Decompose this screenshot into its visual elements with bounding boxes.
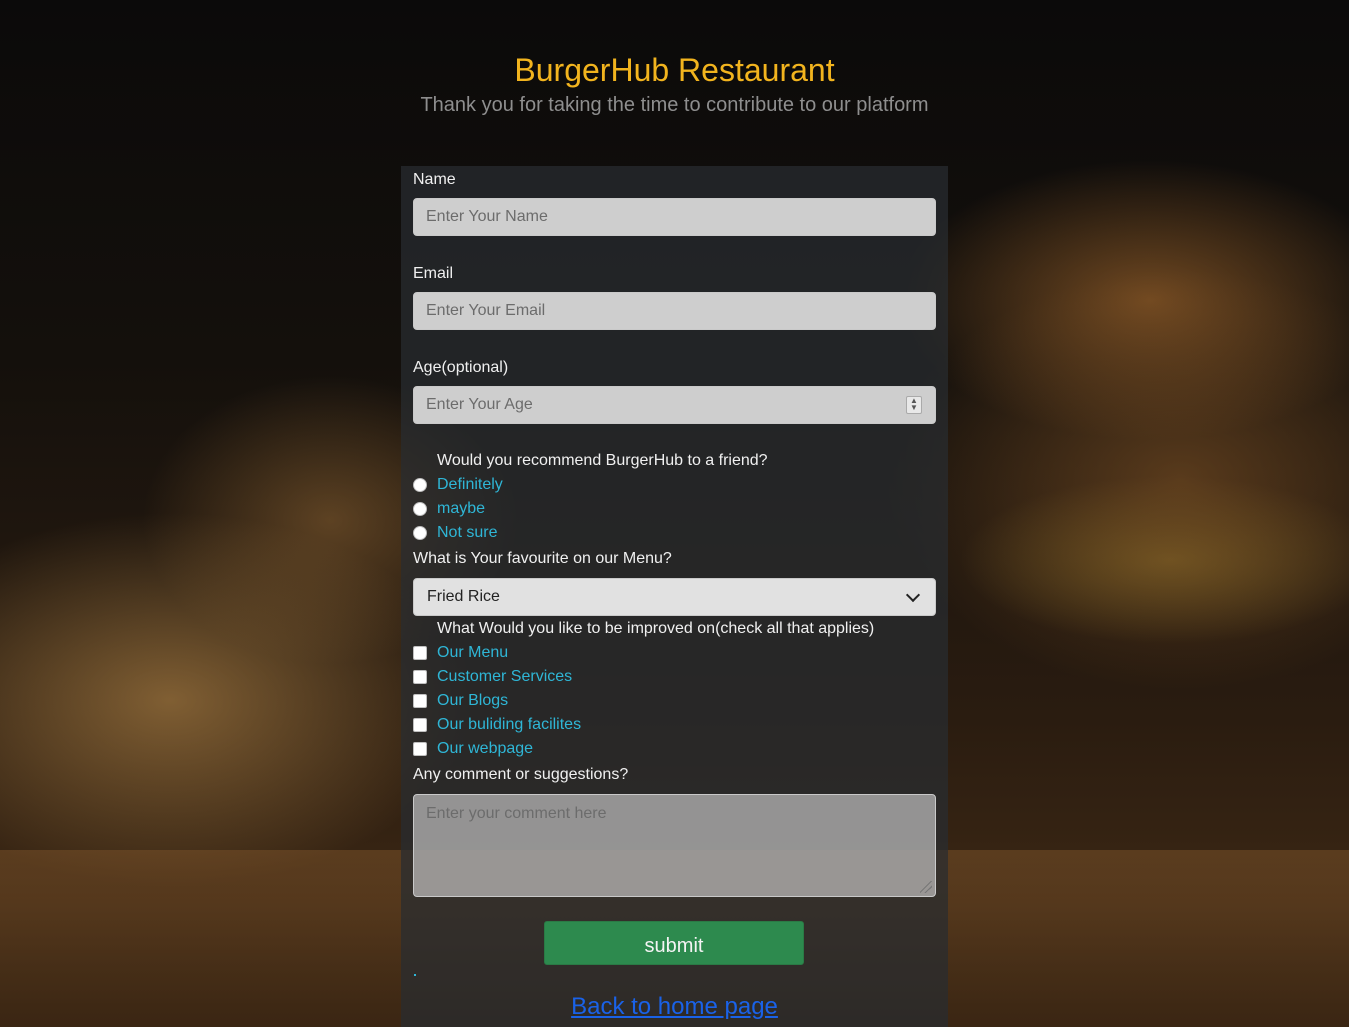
page-subtitle: Thank you for taking the time to contrib… — [420, 94, 929, 116]
select-value: Fried Rice — [427, 588, 500, 605]
age-label: Age(optional) — [413, 359, 509, 376]
resize-handle-icon[interactable] — [920, 881, 932, 893]
checkbox-option-blogs[interactable]: Our Blogs — [413, 690, 508, 712]
submit-button[interactable]: submit — [544, 921, 804, 965]
radio-label[interactable]: Definitely — [437, 474, 503, 496]
radio-option-definitely[interactable]: Definitely — [413, 474, 503, 496]
radio-option-not-sure[interactable]: Not sure — [413, 522, 497, 544]
recommend-question: Would you recommend BurgerHub to a frien… — [437, 452, 768, 469]
decorative-dot — [414, 974, 416, 976]
checkbox-label[interactable]: Our Menu — [437, 642, 508, 664]
survey-form: Name Email Age(optional) ▲ ▼ Would you r… — [401, 166, 948, 1027]
chevron-down-icon: ▼ — [910, 403, 918, 412]
name-input[interactable] — [413, 198, 936, 236]
favourite-label: What is Your favourite on our Menu? — [413, 550, 672, 567]
radio-label[interactable]: maybe — [437, 498, 485, 520]
checkbox-option-building-facilities[interactable]: Our buliding facilites — [413, 714, 581, 736]
checkbox-option-webpage[interactable]: Our webpage — [413, 738, 533, 760]
number-stepper[interactable]: ▲ ▼ — [906, 396, 922, 414]
radio-button[interactable] — [413, 478, 427, 492]
comment-textarea[interactable] — [413, 794, 936, 897]
favourite-select[interactable]: Fried Rice — [413, 578, 936, 616]
comment-label: Any comment or suggestions? — [413, 766, 629, 783]
checkbox-option-menu[interactable]: Our Menu — [413, 642, 508, 664]
email-input[interactable] — [413, 292, 936, 330]
checkbox[interactable] — [413, 670, 427, 684]
checkbox[interactable] — [413, 646, 427, 660]
radio-label[interactable]: Not sure — [437, 522, 497, 544]
radio-button[interactable] — [413, 502, 427, 516]
checkbox-label[interactable]: Our Blogs — [437, 690, 508, 712]
checkbox-label[interactable]: Our buliding facilites — [437, 714, 581, 736]
page-header: BurgerHub Restaurant Thank you for takin… — [0, 50, 1349, 118]
name-label: Name — [413, 171, 456, 188]
checkbox-option-customer-services[interactable]: Customer Services — [413, 666, 572, 688]
checkbox-label[interactable]: Customer Services — [437, 666, 572, 688]
age-input[interactable] — [413, 386, 936, 424]
checkbox[interactable] — [413, 694, 427, 708]
radio-option-maybe[interactable]: maybe — [413, 498, 485, 520]
email-label: Email — [413, 265, 454, 282]
checkbox[interactable] — [413, 718, 427, 732]
checkbox-label[interactable]: Our webpage — [437, 738, 533, 760]
back-home-link[interactable]: Back to home page — [401, 992, 948, 1022]
chevron-down-icon — [905, 587, 921, 603]
radio-button[interactable] — [413, 526, 427, 540]
age-field: ▲ ▼ — [413, 386, 936, 424]
improve-question: What Would you like to be improved on(ch… — [437, 620, 875, 637]
checkbox[interactable] — [413, 742, 427, 756]
page-title: BurgerHub Restaurant — [514, 52, 835, 88]
